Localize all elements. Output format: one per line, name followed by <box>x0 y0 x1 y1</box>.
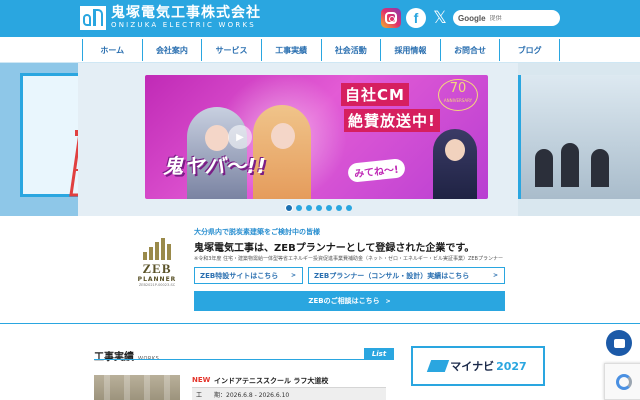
zeb-note: ※令和3年度 住宅・建築物需給一体型等省エネルギー投資促進事業費補助金（ネット・… <box>194 256 503 262</box>
logo-english-name: ONIZUKA ELECTRIC WORKS <box>111 21 256 29</box>
google-search-box[interactable]: Google <box>453 10 560 26</box>
chat-icon <box>613 338 625 348</box>
work-period-value: 期：2026.6.8 - 2026.6.10 <box>214 391 290 399</box>
hero-slider[interactable]: ▶ 鬼ヤバ〜!! 自社CM 絶賛放送中! 70 ANNIVERSARY みてね〜… <box>0 63 640 216</box>
works-heading-jp: 工事実績 <box>94 352 134 363</box>
cm-headline-2: 絶賛放送中! <box>344 109 440 132</box>
slide-current[interactable]: ▶ 鬼ヤバ〜!! 自社CM 絶賛放送中! 70 ANNIVERSARY みてね〜… <box>78 63 518 216</box>
slide-next[interactable] <box>518 63 640 216</box>
zeb-logo-sub: PLANNER <box>137 276 177 283</box>
slider-dot[interactable] <box>306 205 312 211</box>
facebook-icon[interactable]: f <box>406 8 426 28</box>
zeb-consult-label: ZEBのご相談はこちら <box>308 297 380 305</box>
zeb-planner-logo: ZEB PLANNER ZEB2021P-00023-SC <box>132 238 182 300</box>
work-thumbnail[interactable] <box>94 375 180 400</box>
google-brand-label: Google <box>458 13 486 23</box>
mynavi-year: 2027 <box>496 359 527 373</box>
mynavi-label: マイナビ <box>450 360 495 373</box>
play-icon[interactable]: ▶ <box>228 125 252 149</box>
main-nav: ホーム 会社案内 サービス 工事実績 社会活動 採用情報 お問合せ ブログ <box>0 37 640 63</box>
cm-person-cheering <box>433 129 477 199</box>
new-badge: NEW <box>192 376 211 384</box>
zeb-eyebrow: 大分県内で脱炭素建築をご検討中の皆様 <box>194 228 320 236</box>
x-icon[interactable]: 𝕏 <box>430 8 450 28</box>
zeb-logo-word: ZEB <box>142 261 172 276</box>
search-input[interactable] <box>489 14 550 22</box>
instagram-icon[interactable] <box>381 8 401 28</box>
nav-item-company[interactable]: 会社案内 <box>143 39 203 61</box>
work-period-row: 工 期：2026.6.8 - 2026.6.10 <box>192 387 386 400</box>
zeb-title: 鬼塚電気工事は、ZEBプランナーとして登録された企業です。 <box>194 243 475 254</box>
company-logo[interactable]: 鬼塚電気工事株式会社 ONIZUKA ELECTRIC WORKS <box>80 6 261 30</box>
anniversary-number: 70 <box>449 81 467 96</box>
mynavi-banner[interactable]: マイナビ 2027 <box>411 346 545 386</box>
work-period-key: 工 <box>196 391 203 399</box>
slider-dot[interactable] <box>286 205 292 211</box>
mynavi-logo-icon <box>427 360 450 372</box>
slider-dot[interactable] <box>336 205 342 211</box>
chevron-right-icon: > <box>385 297 391 305</box>
zeb-logo-id: ZEB2021P-00023-SC <box>138 283 176 287</box>
logo-mark-icon <box>80 6 106 30</box>
slider-dot[interactable] <box>326 205 332 211</box>
zeb-special-site-label: ZEB特設サイトはこちら <box>200 271 279 280</box>
zeb-planner-results-label: ZEBプランナー（コンサル・設計）実績はこちら <box>314 271 470 280</box>
cm-banner[interactable]: ▶ 鬼ヤバ〜!! 自社CM 絶賛放送中! 70 ANNIVERSARY みてね〜… <box>145 75 488 199</box>
zeb-consult-button[interactable]: ZEBのご相談はこちら > <box>194 291 505 311</box>
chat-button[interactable] <box>606 330 632 356</box>
chevron-right-icon: > <box>492 272 498 279</box>
nav-item-social-activities[interactable]: 社会活動 <box>322 39 382 61</box>
slider-dot[interactable] <box>316 205 322 211</box>
nav-item-works[interactable]: 工事実績 <box>262 39 322 61</box>
nav-item-recruit[interactable]: 採用情報 <box>381 39 441 61</box>
slide-previous[interactable] <box>0 63 124 216</box>
logo-japanese-name: 鬼塚電気工事株式会社 <box>111 5 261 21</box>
zeb-bars-icon <box>132 238 182 260</box>
nav-item-services[interactable]: サービス <box>202 39 262 61</box>
cm-headline-1: 自社CM <box>341 83 409 106</box>
anniversary-label: ANNIVERSARY <box>443 98 473 103</box>
zeb-special-site-button[interactable]: ZEB特設サイトはこちら > <box>194 267 303 284</box>
work-item-title[interactable]: インドアテニススクール ラフ大道校 <box>214 376 328 386</box>
recaptcha-icon <box>616 373 632 390</box>
nav-item-home[interactable]: ホーム <box>83 39 143 61</box>
nav-item-contact[interactable]: お問合せ <box>441 39 501 61</box>
chevron-right-icon: > <box>290 272 296 279</box>
anniversary-badge: 70 ANNIVERSARY <box>438 79 478 111</box>
works-divider <box>94 359 394 360</box>
works-heading: 工事実績WORKS <box>94 348 159 363</box>
zeb-planner-results-button[interactable]: ZEBプランナー（コンサル・設計）実績はこちら > <box>308 267 505 284</box>
slider-pagination <box>286 205 352 211</box>
nav-item-blog[interactable]: ブログ <box>500 39 560 61</box>
slider-dot[interactable] <box>346 205 352 211</box>
cm-catchphrase: 鬼ヤバ〜!! <box>163 154 267 178</box>
slider-dot[interactable] <box>296 205 302 211</box>
recaptcha-badge[interactable] <box>604 363 640 400</box>
